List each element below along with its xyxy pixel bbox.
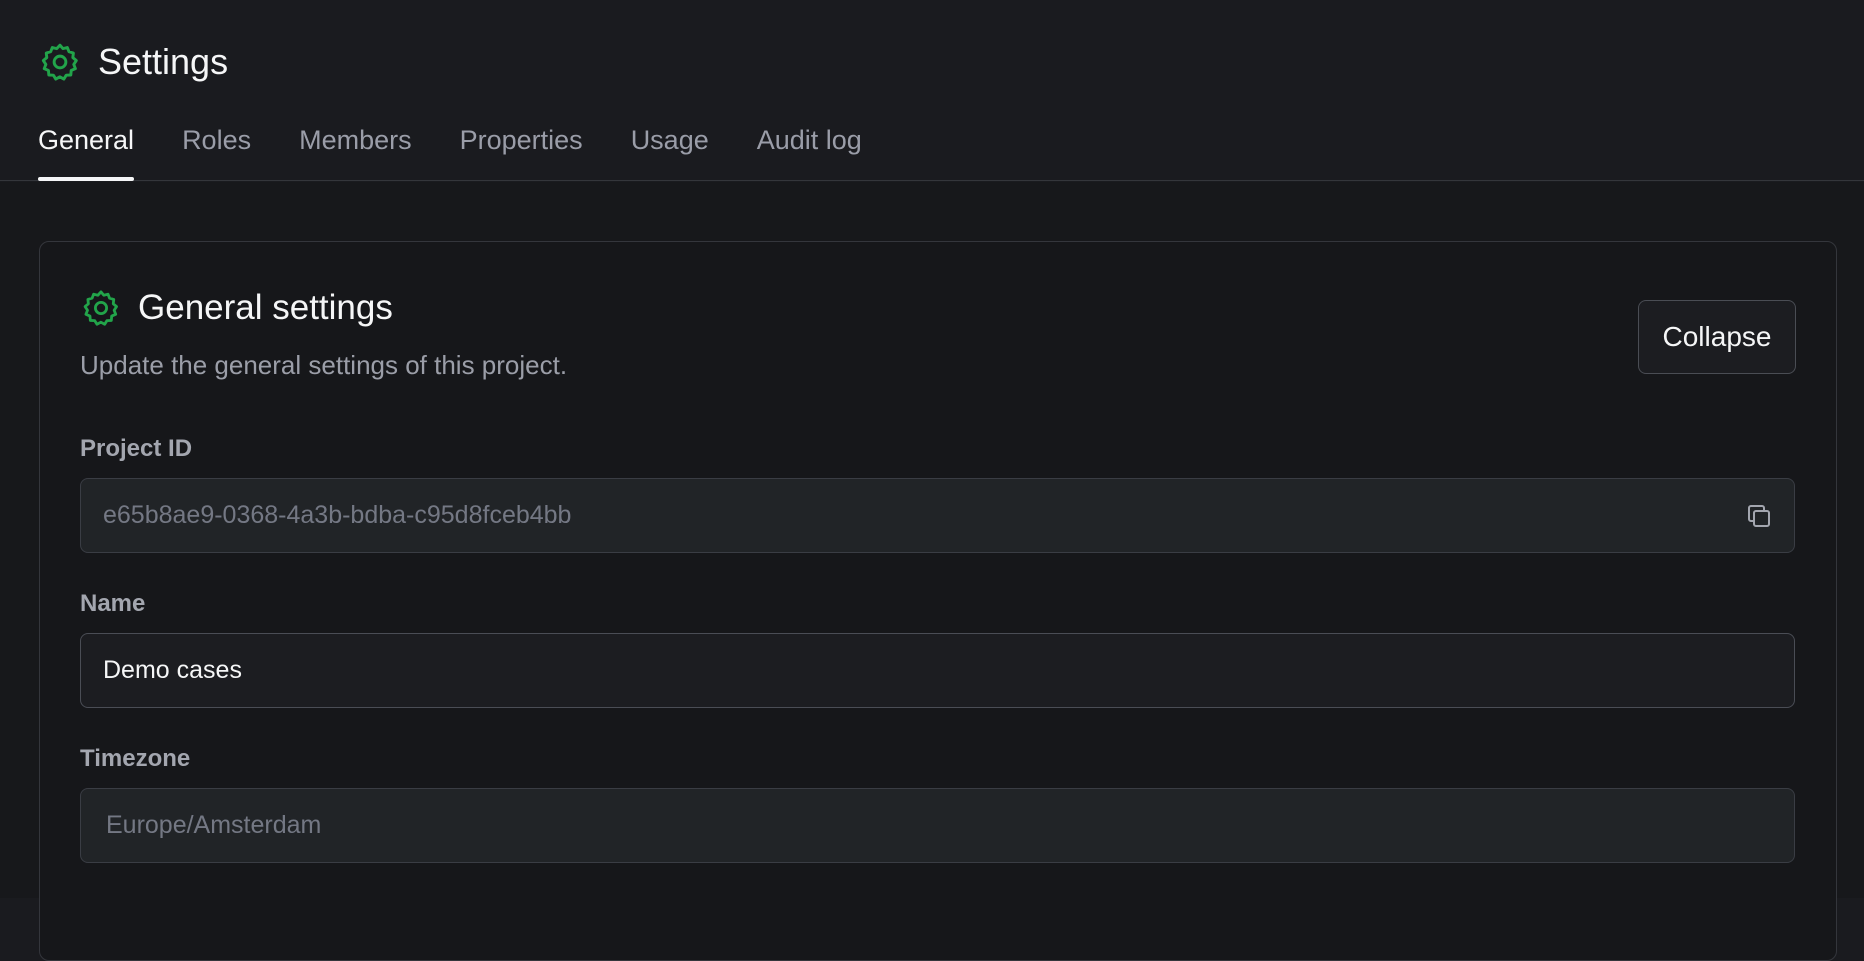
gear-icon: [80, 287, 122, 329]
gear-icon: [38, 40, 82, 84]
tab-audit-log[interactable]: Audit log: [757, 118, 862, 181]
card-description: Update the general settings of this proj…: [80, 350, 568, 380]
card-title: General settings: [138, 288, 393, 327]
settings-header: Settings General Roles Members Propertie…: [0, 0, 1864, 181]
project-id-value: e65b8ae9-0368-4a3b-bdba-c95d8fceb4bb: [103, 501, 572, 529]
timezone-label: Timezone: [80, 745, 191, 772]
page-title-row: Settings: [38, 40, 228, 84]
name-input[interactable]: Demo cases: [80, 633, 1795, 708]
timezone-value: Europe/Amsterdam: [106, 811, 322, 839]
settings-content: General settings Update the general sett…: [0, 182, 1864, 961]
tab-properties[interactable]: Properties: [460, 118, 583, 181]
tab-general[interactable]: General: [38, 118, 135, 181]
tab-usage[interactable]: Usage: [631, 118, 709, 181]
name-label: Name: [80, 590, 146, 617]
tab-roles[interactable]: Roles: [182, 118, 251, 181]
project-id-label: Project ID: [80, 435, 193, 462]
name-value: Demo cases: [103, 656, 242, 684]
tab-members[interactable]: Members: [299, 118, 412, 181]
copy-icon[interactable]: [1744, 501, 1774, 531]
collapse-button[interactable]: Collapse: [1638, 300, 1796, 374]
page-title: Settings: [98, 41, 229, 82]
card-header: General settings: [80, 286, 393, 330]
project-id-field[interactable]: e65b8ae9-0368-4a3b-bdba-c95d8fceb4bb: [80, 478, 1795, 553]
timezone-select[interactable]: Europe/Amsterdam: [80, 788, 1795, 863]
general-settings-card: General settings Update the general sett…: [39, 241, 1837, 961]
settings-tabs: General Roles Members Properties Usage A…: [38, 118, 910, 181]
